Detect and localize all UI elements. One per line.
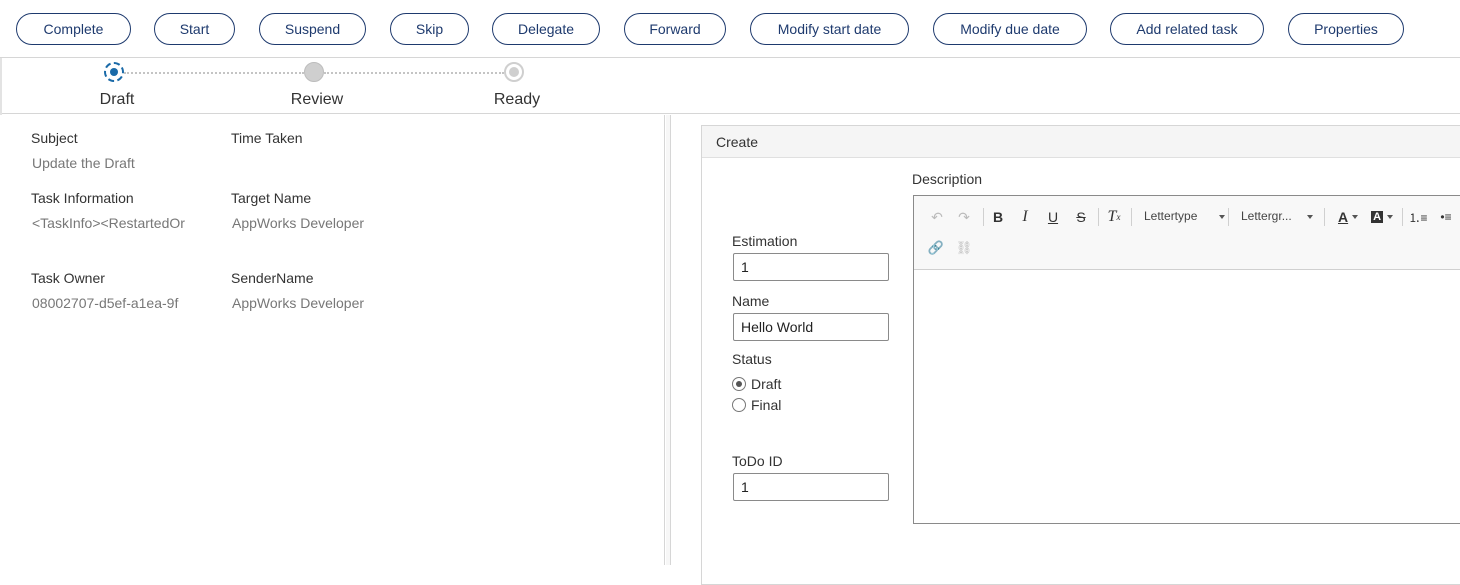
background-color-icon[interactable]: A (1369, 207, 1395, 227)
step-label-review: Review (290, 91, 344, 108)
properties-button[interactable]: Properties (1288, 13, 1404, 45)
step-connector (124, 72, 304, 74)
task-information-value: <TaskInfo><RestartedOr (32, 215, 185, 231)
numbered-list-icon[interactable]: ⒈≡ (1408, 207, 1428, 227)
chevron-down-icon (1307, 214, 1314, 219)
suspend-button[interactable]: Suspend (259, 13, 366, 45)
step-inactive-icon (504, 62, 524, 82)
time-taken-label: Time Taken (231, 130, 303, 146)
toolbar-separator (1098, 208, 1099, 226)
complete-button[interactable]: Complete (16, 13, 131, 45)
bold-icon[interactable]: B (989, 207, 1007, 227)
estimation-input[interactable] (733, 253, 889, 281)
modify-start-date-button[interactable]: Modify start date (750, 13, 909, 45)
name-input[interactable] (733, 313, 889, 341)
task-info-panel: Subject Update the Draft Time Taken Task… (0, 115, 665, 565)
strikethrough-icon[interactable]: S (1072, 207, 1090, 227)
undo-icon[interactable]: ↶ (928, 207, 946, 227)
chevron-down-icon (1218, 214, 1225, 219)
font-color-icon[interactable]: A (1335, 207, 1361, 227)
panel-splitter[interactable] (666, 115, 671, 565)
add-related-task-button[interactable]: Add related task (1110, 13, 1264, 45)
font-family-dropdown[interactable]: Lettertype (1144, 209, 1225, 223)
radio-selected-icon[interactable] (732, 377, 746, 391)
task-action-toolbar: Complete Start Suspend Skip Delegate For… (0, 0, 1460, 58)
toolbar-separator (1228, 208, 1229, 226)
status-label: Status (732, 351, 772, 367)
task-information-label: Task Information (31, 190, 134, 206)
editor-toolbar: ↶ ↷ B I U S Tx Lettertype Lettergr... A … (914, 196, 1460, 270)
target-name-value: AppWorks Developer (232, 215, 365, 231)
task-owner-value: 08002707-d5ef-a1ea-9f (32, 295, 179, 311)
remove-format-icon[interactable]: Tx (1104, 207, 1124, 227)
subject-label: Subject (31, 130, 78, 146)
todo-id-input[interactable] (733, 473, 889, 501)
font-family-value: Lettertype (1144, 209, 1198, 223)
start-button[interactable]: Start (154, 13, 235, 45)
subject-value: Update the Draft (32, 155, 135, 171)
status-option-label: Final (751, 397, 782, 413)
radio-unselected-icon[interactable] (732, 398, 746, 412)
task-owner-label: Task Owner (31, 270, 105, 286)
card-header: Create (702, 126, 1460, 158)
link-icon[interactable]: 🔗 (926, 238, 946, 258)
underline-icon[interactable]: U (1044, 207, 1062, 227)
font-size-dropdown[interactable]: Lettergr... (1241, 209, 1314, 223)
toolbar-separator (1402, 208, 1403, 226)
todo-id-label: ToDo ID (732, 453, 783, 469)
step-current-icon (104, 62, 124, 82)
description-editor[interactable]: ↶ ↷ B I U S Tx Lettertype Lettergr... A … (913, 195, 1460, 524)
target-name-label: Target Name (231, 190, 312, 206)
delegate-button[interactable]: Delegate (492, 13, 600, 45)
status-option-label: Draft (751, 376, 782, 392)
redo-icon[interactable]: ↷ (955, 207, 973, 227)
name-label: Name (732, 293, 770, 309)
unlink-icon[interactable]: ⛓ (954, 238, 974, 258)
toolbar-separator (1324, 208, 1325, 226)
toolbar-separator (983, 208, 984, 226)
status-stepper: Draft Review Ready (0, 58, 1460, 114)
step-inactive-icon (304, 62, 324, 82)
bulleted-list-icon[interactable]: •≡ (1436, 207, 1456, 227)
card-title: Create (716, 134, 759, 150)
step-label-draft: Draft (99, 91, 135, 108)
step-label-ready: Ready (493, 91, 541, 108)
font-size-value: Lettergr... (1241, 209, 1292, 223)
modify-due-date-button[interactable]: Modify due date (933, 13, 1087, 45)
description-label: Description (912, 171, 983, 187)
forward-button[interactable]: Forward (624, 13, 726, 45)
sender-name-value: AppWorks Developer (232, 295, 365, 311)
status-option-draft[interactable]: Draft (732, 376, 781, 392)
toolbar-separator (1131, 208, 1132, 226)
italic-icon[interactable]: I (1016, 207, 1034, 227)
status-option-final[interactable]: Final (732, 397, 781, 413)
estimation-label: Estimation (732, 233, 798, 249)
step-connector (324, 72, 504, 74)
sender-name-label: SenderName (231, 270, 314, 286)
skip-button[interactable]: Skip (390, 13, 469, 45)
